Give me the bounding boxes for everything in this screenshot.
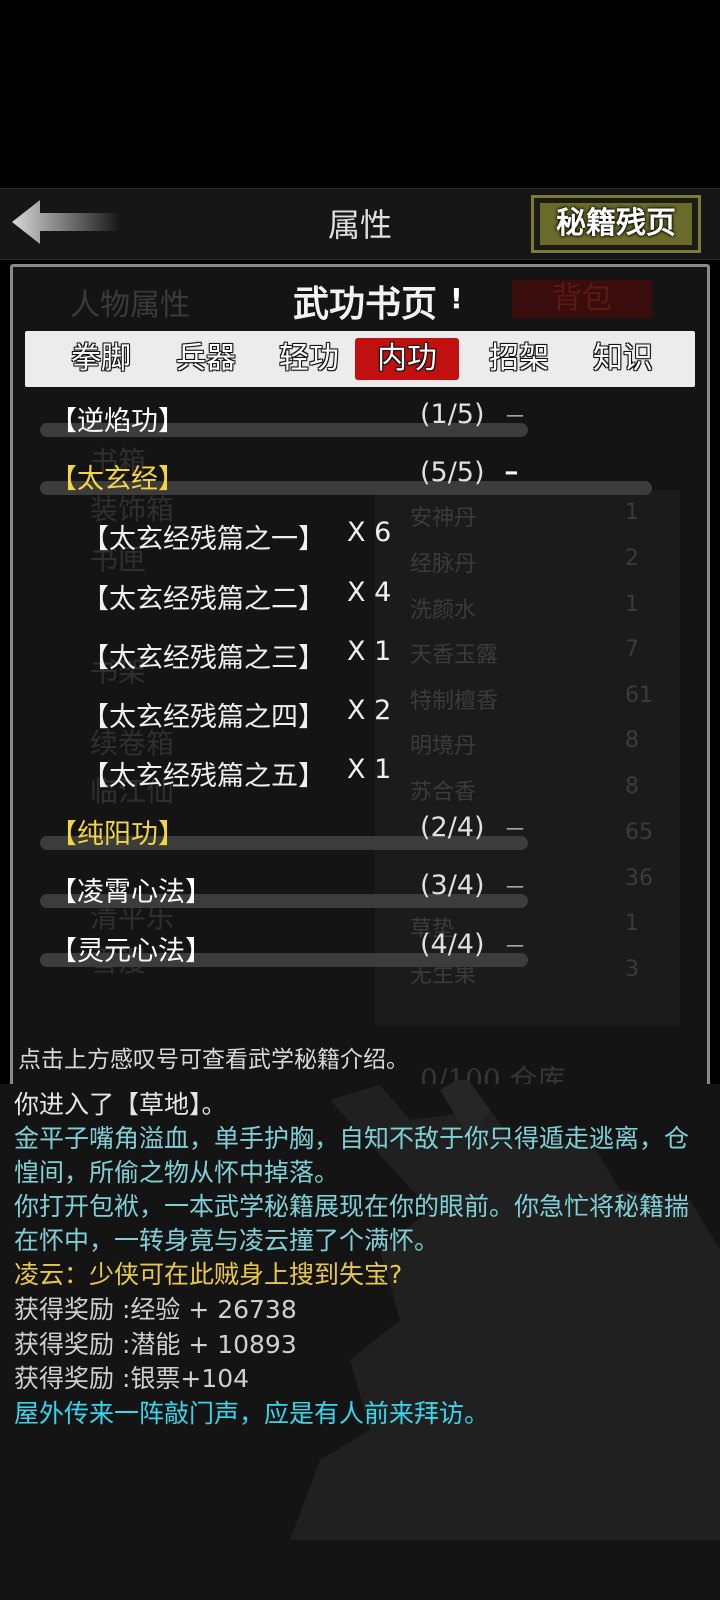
fragment-name: 【太玄经残篇之三】 <box>82 643 325 674</box>
technique-progress: (4/4) <box>420 929 485 960</box>
fragment-quantity: X 1 <box>347 636 392 667</box>
fragment-item[interactable]: 【太玄经残篇之三】 X 1 <box>82 636 391 675</box>
secret-pages-label: 秘籍残页 <box>540 203 692 245</box>
technique-name: 【逆焰功】 <box>50 406 185 437</box>
secret-pages-button[interactable]: 秘籍残页 <box>531 195 701 253</box>
expand-icon[interactable]: — <box>506 405 524 426</box>
hint-text: 点击上方感叹号可查看武学秘籍介绍。 <box>18 1047 409 1073</box>
fragment-name: 【太玄经残篇之五】 <box>82 761 325 792</box>
fragment-quantity: X 1 <box>347 754 392 785</box>
expand-icon[interactable]: — <box>506 876 524 897</box>
tab-4[interactable]: 招架 <box>473 338 565 380</box>
technique-progress: (1/5) <box>420 399 485 430</box>
technique-progress: (3/4) <box>420 870 485 901</box>
bg-inventory-row: 特制檀香 61 <box>410 683 653 714</box>
fragment-name: 【太玄经残篇之一】 <box>82 524 325 555</box>
log-line: 获得奖励 :银票+104 <box>14 1364 250 1393</box>
info-exclamation-icon[interactable]: ! <box>450 282 463 315</box>
category-tabs: 拳脚 兵器 轻功 内功 招架 知识 <box>25 331 695 387</box>
fragment-item[interactable]: 【太玄经残篇之四】 X 2 <box>82 695 391 734</box>
bg-tab-bag: 背包 <box>512 280 652 318</box>
log-line: 你打开包袱，一本武学秘籍展现在你的眼前。你急忙将秘籍揣在怀中，一转身竟与凌云撞了… <box>14 1192 690 1255</box>
technique-entry[interactable]: 【纯阳功】 (2/4) — <box>40 812 680 852</box>
fragment-quantity: X 6 <box>347 517 392 548</box>
technique-progress: (2/4) <box>420 812 485 843</box>
log-line: 凌云：少侠可在此贼身上搜到失宝? <box>14 1260 403 1289</box>
bg-inventory-row: 经脉丹 2 <box>410 546 639 577</box>
technique-name: 【凌霄心法】 <box>50 877 212 908</box>
tab-3[interactable]: 内功 <box>355 338 459 380</box>
fragment-item[interactable]: 【太玄经残篇之五】 X 1 <box>82 754 391 793</box>
collapse-icon[interactable]: ━ <box>506 463 517 484</box>
fragment-quantity: X 4 <box>347 577 392 608</box>
log-line: 屋外传来一阵敲门声，应是有人前来拜访。 <box>14 1399 490 1428</box>
panel-title: 武功书页 <box>292 283 437 325</box>
expand-icon[interactable]: — <box>506 818 524 839</box>
bg-inventory-row: 苏合香 8 <box>410 774 639 805</box>
page-title: 属性 <box>327 206 392 244</box>
bg-inventory-row: 安神丹 1 <box>410 500 639 531</box>
log-line: 获得奖励 :潜能 + 10893 <box>14 1330 297 1359</box>
technique-name: 【纯阳功】 <box>50 819 185 850</box>
log-line: 获得奖励 :经验 + 26738 <box>14 1295 297 1324</box>
fragment-item[interactable]: 【太玄经残篇之二】 X 4 <box>82 577 391 616</box>
back-arrow-icon[interactable] <box>8 198 128 246</box>
fragment-name: 【太玄经残篇之二】 <box>82 584 325 615</box>
tab-1[interactable]: 兵器 <box>160 338 252 380</box>
tab-0[interactable]: 拳脚 <box>55 338 147 380</box>
tab-5[interactable]: 知识 <box>577 338 669 380</box>
technique-entry[interactable]: 【逆焰功】 (1/5) — <box>40 399 680 439</box>
technique-name: 【太玄经】 <box>50 464 185 495</box>
log-line: 金平子嘴角溢血，单手护胸，自知不敌于你只得遁走逃离，仓惶间，所偷之物从怀中掉落。 <box>14 1124 690 1187</box>
bg-tab-character: 人物属性 <box>70 288 190 323</box>
technique-progress: (5/5) <box>420 457 485 488</box>
technique-entry[interactable]: 【凌霄心法】 (3/4) — <box>40 870 680 910</box>
expand-icon[interactable]: — <box>506 935 524 956</box>
technique-name: 【灵元心法】 <box>50 936 212 967</box>
bg-inventory-row: 洗颜水 1 <box>410 592 639 623</box>
technique-entry[interactable]: 【太玄经】 (5/5) ━ <box>40 457 680 497</box>
fragment-item[interactable]: 【太玄经残篇之一】 X 6 <box>82 517 391 556</box>
bg-inventory-row: 明境丹 8 <box>410 728 639 759</box>
fragment-name: 【太玄经残篇之四】 <box>82 702 325 733</box>
fragment-quantity: X 2 <box>347 695 392 726</box>
bg-inventory-row: 天香玉露 7 <box>410 637 639 668</box>
log-line: 你进入了【草地】。 <box>14 1090 227 1119</box>
technique-entry[interactable]: 【灵元心法】 (4/4) — <box>40 929 680 969</box>
tab-2[interactable]: 轻功 <box>263 338 355 380</box>
